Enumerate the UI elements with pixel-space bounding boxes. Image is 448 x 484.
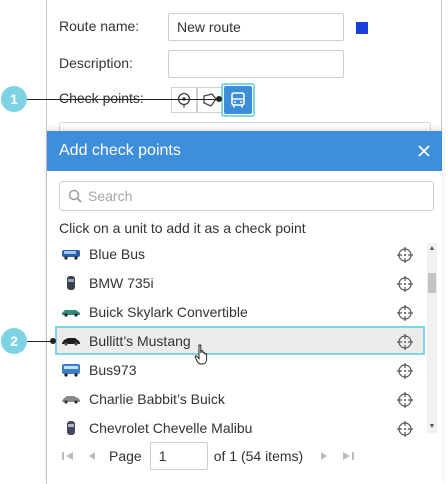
callout-1-line xyxy=(27,99,219,100)
unit-name: Bullitt’s Mustang xyxy=(89,332,191,349)
callout-2: 2 xyxy=(1,328,27,354)
unit-name: Charlie Babbit’s Buick xyxy=(89,390,225,407)
bus-icon xyxy=(231,92,245,108)
scroll-down-arrow-icon[interactable]: ▼ xyxy=(428,423,436,431)
unit-row-chevrolet-chevelle[interactable]: Chevrolet Chevelle Malibu xyxy=(55,413,425,437)
bus-icon xyxy=(61,363,81,377)
pager: Page of 1 (54 items) xyxy=(61,442,365,470)
next-page-icon[interactable] xyxy=(317,449,331,463)
search-input[interactable] xyxy=(88,188,408,204)
add-checkpoints-dialog: Add check points Click on a unit to add … xyxy=(47,131,442,484)
hand-cursor-icon xyxy=(194,344,208,365)
bus-icon xyxy=(61,247,81,261)
dialog-header: Add check points xyxy=(47,131,442,171)
scroll-thumb[interactable] xyxy=(428,273,436,293)
previous-page-icon[interactable] xyxy=(85,449,99,463)
sports-car-icon xyxy=(61,334,81,348)
crosshair-icon[interactable] xyxy=(397,363,413,379)
sedan-icon xyxy=(61,392,81,406)
callout-1-dot xyxy=(216,96,222,102)
crosshair-icon[interactable] xyxy=(397,276,413,292)
unit-row-bullitts-mustang[interactable]: Bullitt’s Mustang xyxy=(55,326,425,355)
checkpoint-by-address-button[interactable] xyxy=(171,87,197,113)
description-label: Description: xyxy=(59,55,133,71)
last-page-icon[interactable] xyxy=(341,449,355,463)
unit-row-charlie-babbits-buick[interactable]: Charlie Babbit’s Buick xyxy=(55,384,425,413)
page-number-input[interactable] xyxy=(149,442,208,470)
search-box[interactable] xyxy=(59,181,434,211)
crosshair-icon[interactable] xyxy=(397,421,413,437)
route-name-input[interactable]: New route xyxy=(168,13,344,41)
route-color-swatch[interactable] xyxy=(356,22,368,34)
unit-list-scrollbar[interactable]: ▲ ▼ xyxy=(427,243,437,433)
page-label: Page xyxy=(109,448,142,464)
unit-name: Blue Bus xyxy=(89,245,146,262)
unit-row-buick-skylark[interactable]: Buick Skylark Convertible xyxy=(55,297,425,326)
dialog-title: Add check points xyxy=(59,142,181,159)
unit-list: Blue Bus BMW 735i Buick Skylark Converti… xyxy=(55,239,425,437)
unit-name: Chevrolet Chevelle Malibu xyxy=(89,419,253,436)
scroll-up-arrow-icon[interactable]: ▲ xyxy=(428,245,436,253)
map-pin-icon xyxy=(177,92,191,108)
callout-2-dot xyxy=(50,338,56,344)
unit-click-hint: Click on a unit to add it as a check poi… xyxy=(59,220,306,236)
crosshair-icon[interactable] xyxy=(397,305,413,321)
car-top-icon xyxy=(61,420,81,435)
car-top-icon xyxy=(61,275,81,290)
callout-1: 1 xyxy=(1,86,27,112)
checkpoints-label: Check points: xyxy=(59,90,144,106)
description-row: Description: xyxy=(59,55,133,71)
unit-name: Bus973 xyxy=(89,361,137,378)
close-icon[interactable] xyxy=(416,143,432,159)
checkpoint-by-unit-button[interactable] xyxy=(221,83,255,117)
route-name-row: Route name: xyxy=(59,18,139,34)
crosshair-icon[interactable] xyxy=(397,392,413,408)
crosshair-icon[interactable] xyxy=(397,334,413,350)
checkpoint-by-unit-button-face xyxy=(224,86,252,114)
first-page-icon[interactable] xyxy=(61,449,75,463)
unit-row-blue-bus[interactable]: Blue Bus xyxy=(55,239,425,268)
unit-name: BMW 735i xyxy=(89,274,154,291)
unit-row-bus973[interactable]: Bus973 xyxy=(55,355,425,384)
checkpoints-row: Check points: xyxy=(59,90,144,106)
crosshair-icon[interactable] xyxy=(397,247,413,263)
page-count-text: of 1 (54 items) xyxy=(213,448,304,464)
search-icon xyxy=(68,189,82,203)
convertible-icon xyxy=(61,305,81,319)
description-input[interactable] xyxy=(168,50,344,78)
route-name-label: Route name: xyxy=(59,18,140,34)
unit-name: Buick Skylark Convertible xyxy=(89,303,248,320)
unit-row-bmw-735i[interactable]: BMW 735i xyxy=(55,268,425,297)
